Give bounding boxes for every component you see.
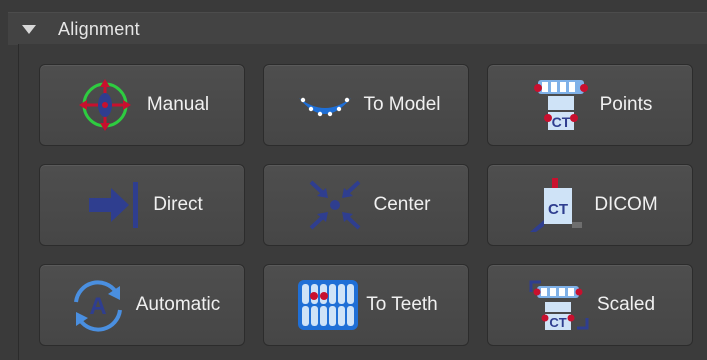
alignment-panel: Alignment Manual To Model CT Points Dire… <box>0 0 707 360</box>
automatic-cycle-icon: A <box>73 280 122 332</box>
automatic-label: Automatic <box>135 294 221 315</box>
section-title: Alignment <box>58 18 140 39</box>
to-model-button[interactable]: To Model <box>263 64 469 146</box>
ct-scaled-icon: CT <box>529 280 589 330</box>
teeth-points-icon <box>298 280 359 330</box>
to-model-label: To Model <box>363 94 441 115</box>
automatic-button[interactable]: A Automatic <box>39 264 245 346</box>
center-label: Center <box>373 194 431 215</box>
manual-transform-icon <box>78 79 131 131</box>
section-header[interactable]: Alignment <box>8 12 707 45</box>
collapse-triangle-icon[interactable] <box>22 24 36 34</box>
direct-label: Direct <box>153 194 203 215</box>
manual-button[interactable]: Manual <box>39 64 245 146</box>
to-teeth-label: To Teeth <box>366 294 438 315</box>
dicom-button[interactable]: CT DICOM <box>487 164 693 246</box>
to-teeth-button[interactable]: To Teeth <box>263 264 469 346</box>
ct-dicom-icon: CT <box>530 178 583 232</box>
direct-button[interactable]: Direct <box>39 164 245 246</box>
svg-text:CT: CT <box>549 315 566 330</box>
ct-points-icon: CT <box>533 80 588 130</box>
points-button[interactable]: CT Points <box>487 64 693 146</box>
dicom-label: DICOM <box>594 194 658 215</box>
svg-text:CT: CT <box>551 114 570 130</box>
svg-text:A: A <box>89 293 106 320</box>
manual-label: Manual <box>146 94 210 115</box>
arch-points-icon <box>299 97 352 117</box>
svg-text:CT: CT <box>548 201 568 218</box>
scaled-label: Scaled <box>596 294 656 315</box>
alignment-buttons-area: Manual To Model CT Points Direct Center … <box>18 44 707 360</box>
center-button[interactable]: Center <box>263 164 469 246</box>
converge-center-icon <box>310 180 361 230</box>
points-label: Points <box>599 94 653 115</box>
arrow-to-line-icon <box>89 182 139 228</box>
scaled-button[interactable]: CT Scaled <box>487 264 693 346</box>
